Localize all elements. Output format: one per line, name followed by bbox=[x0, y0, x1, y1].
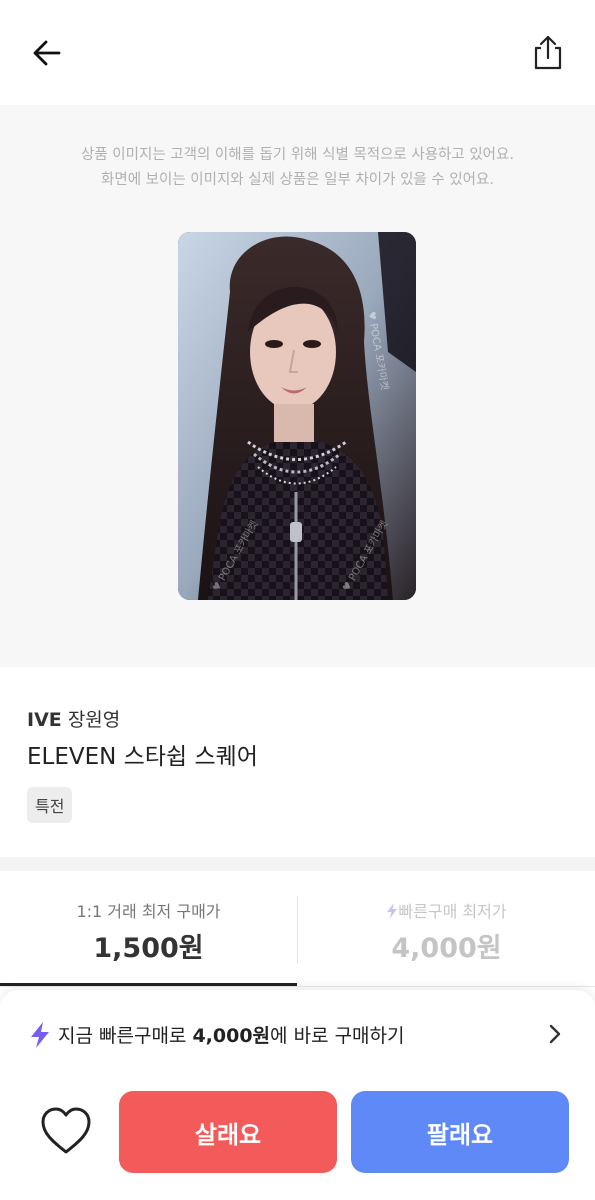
benefit-tag: 특전 bbox=[27, 787, 73, 823]
image-notice: 상품 이미지는 고객의 이해를 돕기 위해 식별 목적으로 사용하고 있어요. … bbox=[0, 143, 595, 193]
one-to-one-price-value: 1,500원 bbox=[93, 933, 204, 964]
section-divider bbox=[0, 857, 595, 871]
quick-buy-text: 지금 빠른구매로 4,000원에 바로 구매하기 bbox=[58, 1021, 405, 1048]
buy-button[interactable]: 살래요 bbox=[119, 1091, 337, 1173]
quick-buy-price-value: 4,000원 bbox=[391, 933, 502, 964]
group-name: IVE bbox=[27, 709, 62, 731]
back-button[interactable] bbox=[28, 34, 66, 72]
bottom-action-sheet: 지금 빠른구매로 4,000원에 바로 구매하기 살래요 팔래요 bbox=[0, 990, 595, 1200]
artist-line: IVE 장원영 bbox=[27, 705, 120, 732]
lightning-icon bbox=[387, 903, 398, 919]
quick-buy-suffix: 에 바로 구매하기 bbox=[270, 1025, 405, 1047]
product-info: IVE 장원영 ELEVEN 스타쉽 스퀘어 특전 bbox=[0, 667, 595, 857]
image-notice-line2: 화면에 보이는 이미지와 실제 상품은 일부 차이가 있을 수 있어요. bbox=[101, 172, 494, 188]
quick-buy-banner[interactable]: 지금 빠른구매로 4,000원에 바로 구매하기 bbox=[0, 990, 595, 1078]
tab-one-to-one-price[interactable]: 1:1 거래 최저 구매가 1,500원 bbox=[0, 871, 297, 987]
share-icon bbox=[534, 35, 562, 70]
tab-quick-buy-price[interactable]: 빠른구매 최저가 4,000원 bbox=[298, 871, 595, 987]
product-title: ELEVEN 스타쉽 스퀘어 bbox=[27, 744, 258, 770]
quick-buy-price-label: 빠른구매 최저가 bbox=[298, 898, 595, 922]
price-tabs: 1:1 거래 최저 구매가 1,500원 빠른구매 최저가 4,000원 bbox=[0, 871, 595, 987]
photocard-image[interactable]: ♥ POCA 포카마켓 ♥ POCA 포카마켓 ♥ POCA 포카마켓 bbox=[178, 232, 416, 600]
heart-icon bbox=[41, 1107, 91, 1154]
share-button[interactable] bbox=[528, 32, 568, 72]
quick-buy-price-label-text: 빠른구매 최저가 bbox=[398, 902, 507, 921]
image-notice-line1: 상품 이미지는 고객의 이해를 돕기 위해 식별 목적으로 사용하고 있어요. bbox=[81, 147, 514, 163]
top-bar bbox=[0, 0, 595, 105]
lightning-icon bbox=[31, 1022, 49, 1048]
one-to-one-price-label: 1:1 거래 최저 구매가 bbox=[76, 902, 221, 921]
arrow-left-icon bbox=[33, 40, 61, 66]
row-divider bbox=[0, 986, 595, 987]
chevron-right-icon bbox=[549, 1024, 561, 1044]
member-name: 장원영 bbox=[67, 709, 121, 731]
quick-buy-amount: 4,000원 bbox=[192, 1025, 271, 1047]
product-image-area: 상품 이미지는 고객의 이해를 돕기 위해 식별 목적으로 사용하고 있어요. … bbox=[0, 105, 595, 667]
photocard-illustration: ♥ POCA 포카마켓 ♥ POCA 포카마켓 ♥ POCA 포카마켓 bbox=[178, 232, 416, 600]
sell-button[interactable]: 팔래요 bbox=[351, 1091, 569, 1173]
quick-buy-prefix: 지금 빠른구매로 bbox=[58, 1025, 187, 1047]
wishlist-button[interactable] bbox=[38, 1105, 94, 1157]
